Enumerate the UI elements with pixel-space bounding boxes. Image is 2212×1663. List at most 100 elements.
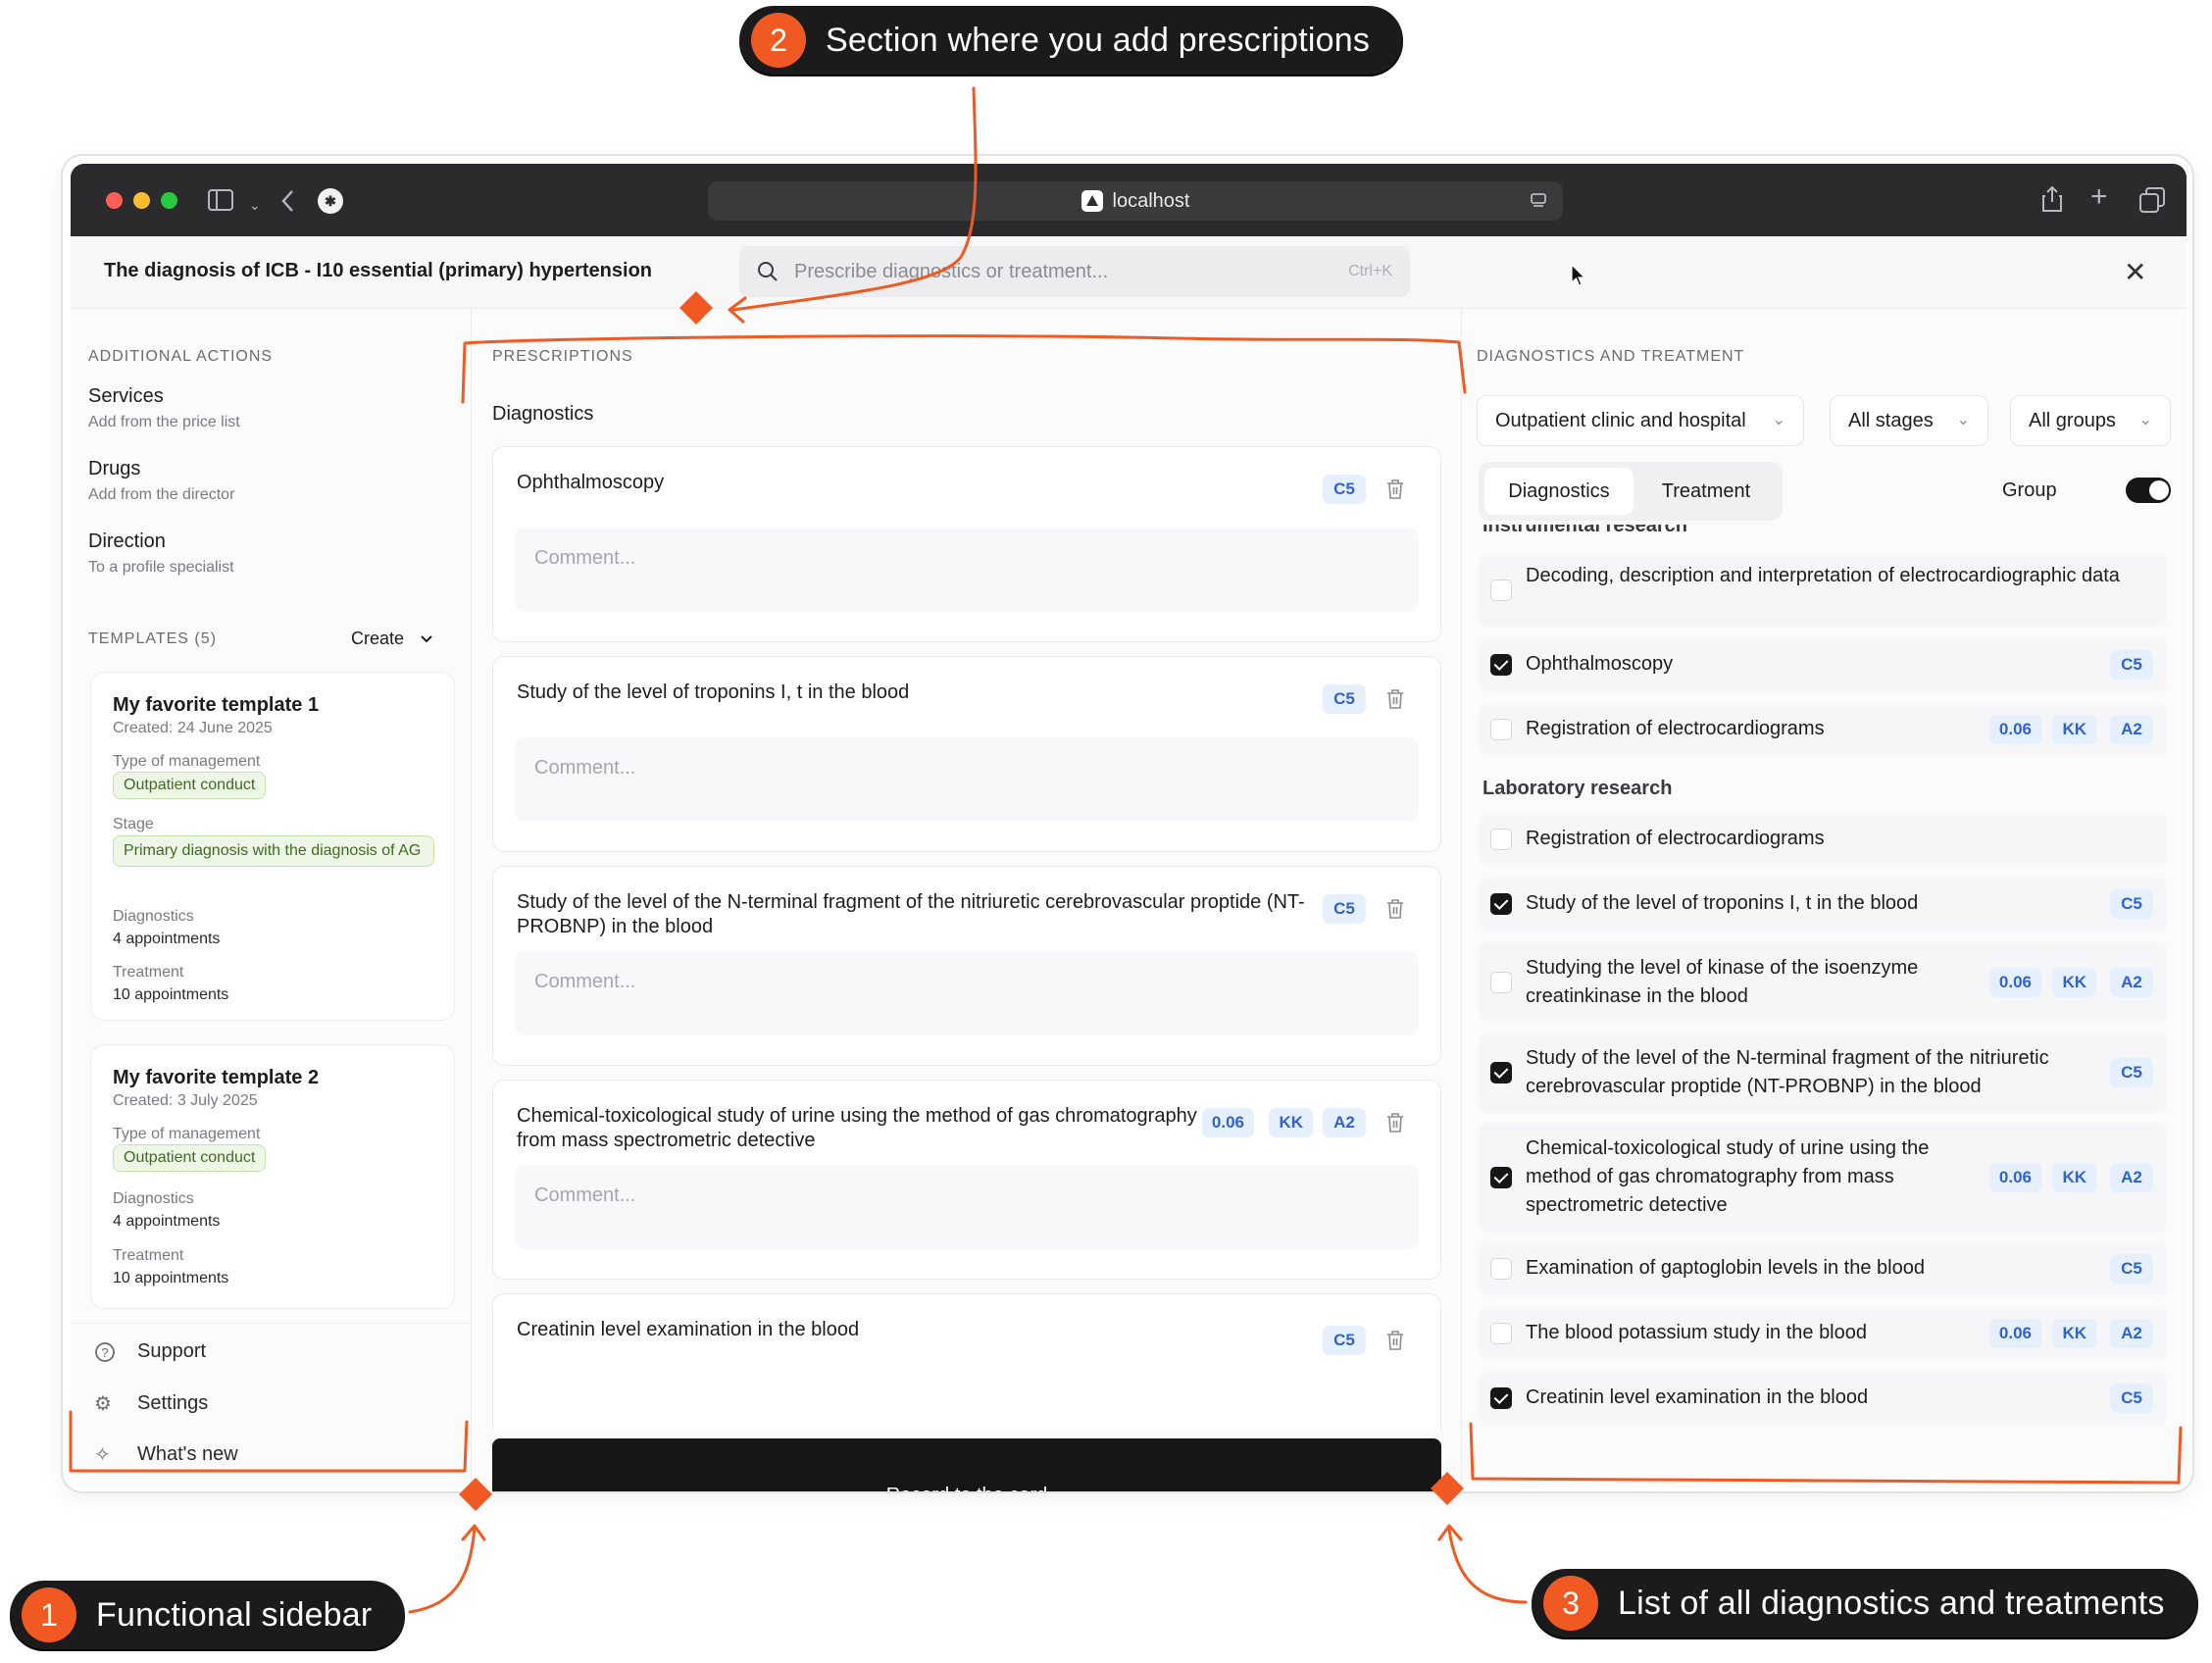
sidebar-whats-new[interactable]: ✧ What's new: [94, 1442, 238, 1467]
tab-diagnostics[interactable]: Diagnostics: [1484, 468, 1634, 515]
catalog-row[interactable]: Examination of gaptoglobin levels in the…: [1479, 1242, 2167, 1295]
back-arrow-icon[interactable]: [280, 189, 294, 213]
group-select[interactable]: All groups ⌄: [2010, 395, 2171, 446]
url-text: localhost: [1112, 189, 1190, 212]
template-card-2[interactable]: My favorite template 2 Created: 3 July 2…: [90, 1044, 455, 1309]
comment-field[interactable]: Comment...: [515, 528, 1419, 612]
create-label: Create: [351, 629, 405, 648]
template-name: My favorite template 1: [113, 694, 320, 716]
callout-text: Section where you add prescriptions: [826, 21, 1371, 59]
row-checkbox[interactable]: [1490, 654, 1512, 676]
catalog-row[interactable]: Ophthalmoscopy C5: [1479, 638, 2167, 691]
catalog-row[interactable]: Registration of electrocardiograms: [1479, 813, 2167, 866]
comment-field[interactable]: Comment...: [515, 951, 1419, 1035]
group-toggle-label: Group: [2002, 479, 2057, 501]
tab-treatment[interactable]: Treatment: [1635, 468, 1777, 515]
catalog-row[interactable]: Creatinin level examination in the blood…: [1479, 1372, 2167, 1425]
create-template-button[interactable]: Create: [351, 629, 433, 649]
sidebar-action-direction[interactable]: Direction To a profile specialist: [88, 530, 234, 577]
prescriptions-subheading: Diagnostics: [492, 403, 594, 425]
tabs-overview-icon[interactable]: [2139, 187, 2165, 213]
share-icon[interactable]: [2041, 185, 2063, 213]
catalog-row[interactable]: Chemical-toxicological study of urine us…: [1479, 1123, 2167, 1233]
record-to-card-button[interactable]: Record to the card: [492, 1438, 1441, 1491]
code-badge: 0.06: [1988, 1319, 2041, 1348]
treatment-label: Treatment: [113, 1247, 184, 1264]
comment-field[interactable]: Comment...: [515, 737, 1419, 822]
catalog-row[interactable]: Study of the level of the N-terminal fra…: [1479, 1033, 2167, 1113]
sidebar-support[interactable]: ? Support: [94, 1340, 206, 1363]
stage-select-value: All stages: [1848, 409, 1934, 431]
catalog-row[interactable]: Studying the level of kinase of the isoe…: [1479, 942, 2167, 1023]
row-checkbox[interactable]: [1490, 1387, 1512, 1409]
prescription-name: Study of the level of the N-terminal fra…: [517, 891, 1305, 937]
row-checkbox[interactable]: [1490, 893, 1512, 915]
sidebar-toggle-icon[interactable]: [208, 189, 233, 211]
treatment-count: 10 appointments: [113, 986, 229, 1003]
row-checkbox[interactable]: [1490, 972, 1512, 993]
search-placeholder: Prescribe diagnostics or treatment...: [794, 261, 1109, 282]
settings-label: Settings: [137, 1392, 209, 1414]
catalog-row[interactable]: Study of the level of troponins I, t in …: [1479, 878, 2167, 931]
prescription-card[interactable]: Creatinin level examination in the blood…: [492, 1293, 1441, 1431]
catalog-row[interactable]: Decoding, description and interpretation…: [1479, 554, 2167, 627]
row-checkbox[interactable]: [1490, 580, 1512, 601]
code-badge: 0.06: [1988, 968, 2041, 997]
comment-field[interactable]: Comment...: [515, 1165, 1419, 1249]
code-badge: A2: [1323, 1108, 1366, 1137]
search-input[interactable]: Prescribe diagnostics or treatment... Ct…: [739, 246, 1410, 297]
whats-new-label: What's new: [137, 1443, 238, 1465]
address-bar[interactable]: localhost: [708, 181, 1563, 221]
close-icon[interactable]: ✕: [2124, 256, 2146, 288]
chevron-down-icon[interactable]: ⌄: [249, 193, 261, 217]
trash-icon[interactable]: [1385, 1330, 1405, 1351]
close-window-dot[interactable]: [106, 192, 123, 209]
row-checkbox[interactable]: [1490, 1167, 1512, 1188]
scrolled-heading-clip: Instrumental research: [1477, 525, 2183, 536]
row-checkbox[interactable]: [1490, 719, 1512, 740]
prescription-card[interactable]: Study of the level of troponins I, t in …: [492, 656, 1441, 852]
new-tab-icon[interactable]: +: [2090, 182, 2108, 212]
row-checkbox[interactable]: [1490, 1323, 1512, 1344]
row-checkbox[interactable]: [1490, 1258, 1512, 1280]
prescription-name: Ophthalmoscopy: [517, 472, 665, 493]
code-badge: C5: [1323, 1326, 1366, 1355]
extension-icon[interactable]: ✱: [318, 188, 343, 214]
action-title: Drugs: [88, 458, 141, 479]
type-select[interactable]: Outpatient clinic and hospital ⌄: [1477, 395, 1804, 446]
prescription-card[interactable]: Ophthalmoscopy C5 Comment...: [492, 446, 1441, 642]
trash-icon[interactable]: [1385, 1112, 1405, 1134]
comment-placeholder: Comment...: [534, 1184, 636, 1206]
prescription-card[interactable]: Study of the level of the N-terminal fra…: [492, 866, 1441, 1066]
toggle-knob: [2149, 480, 2169, 500]
group-toggle[interactable]: [2126, 478, 2171, 503]
template-card-1[interactable]: My favorite template 1 Created: 24 June …: [90, 672, 455, 1021]
comment-placeholder: Comment...: [534, 757, 636, 779]
row-checkbox[interactable]: [1490, 829, 1512, 850]
minimize-window-dot[interactable]: [133, 192, 150, 209]
row-name: Decoding, description and interpretation…: [1526, 565, 2120, 586]
trash-icon[interactable]: [1385, 898, 1405, 920]
chevron-down-icon: [421, 634, 432, 642]
prescription-card[interactable]: Chemical-toxicological study of urine us…: [492, 1080, 1441, 1280]
reader-icon[interactable]: [1530, 192, 1547, 210]
catalog-row[interactable]: The blood potassium study in the blood 0…: [1479, 1307, 2167, 1360]
callout-prescriptions-section: 2 Section where you add prescriptions: [739, 6, 1404, 75]
maximize-window-dot[interactable]: [161, 192, 177, 209]
diagnostics-label: Diagnostics: [113, 1190, 194, 1207]
sidebar-settings[interactable]: ⚙ Settings: [94, 1391, 208, 1416]
sidebar-action-services[interactable]: Services Add from the price list: [88, 385, 240, 431]
code-badge: C5: [1323, 475, 1366, 504]
browser-window: ⌄ ✱ localhost + The diagnosis of ICB - I…: [61, 154, 2194, 1493]
sidebar-action-drugs[interactable]: Drugs Add from the director: [88, 458, 234, 504]
code-badge: C5: [1323, 894, 1366, 924]
trash-icon[interactable]: [1385, 688, 1405, 710]
row-name: Study of the level of the N-terminal fra…: [1526, 1047, 2049, 1097]
row-checkbox[interactable]: [1490, 1062, 1512, 1083]
catalog-row[interactable]: Registration of electrocardiograms 0.06 …: [1479, 703, 2167, 756]
code-badge: KK: [2052, 1319, 2096, 1348]
column-divider: [1461, 309, 1462, 1487]
stage-select[interactable]: All stages ⌄: [1830, 395, 1988, 446]
trash-icon[interactable]: [1385, 479, 1405, 500]
prescription-name: Creatinin level examination in the blood: [517, 1319, 860, 1340]
